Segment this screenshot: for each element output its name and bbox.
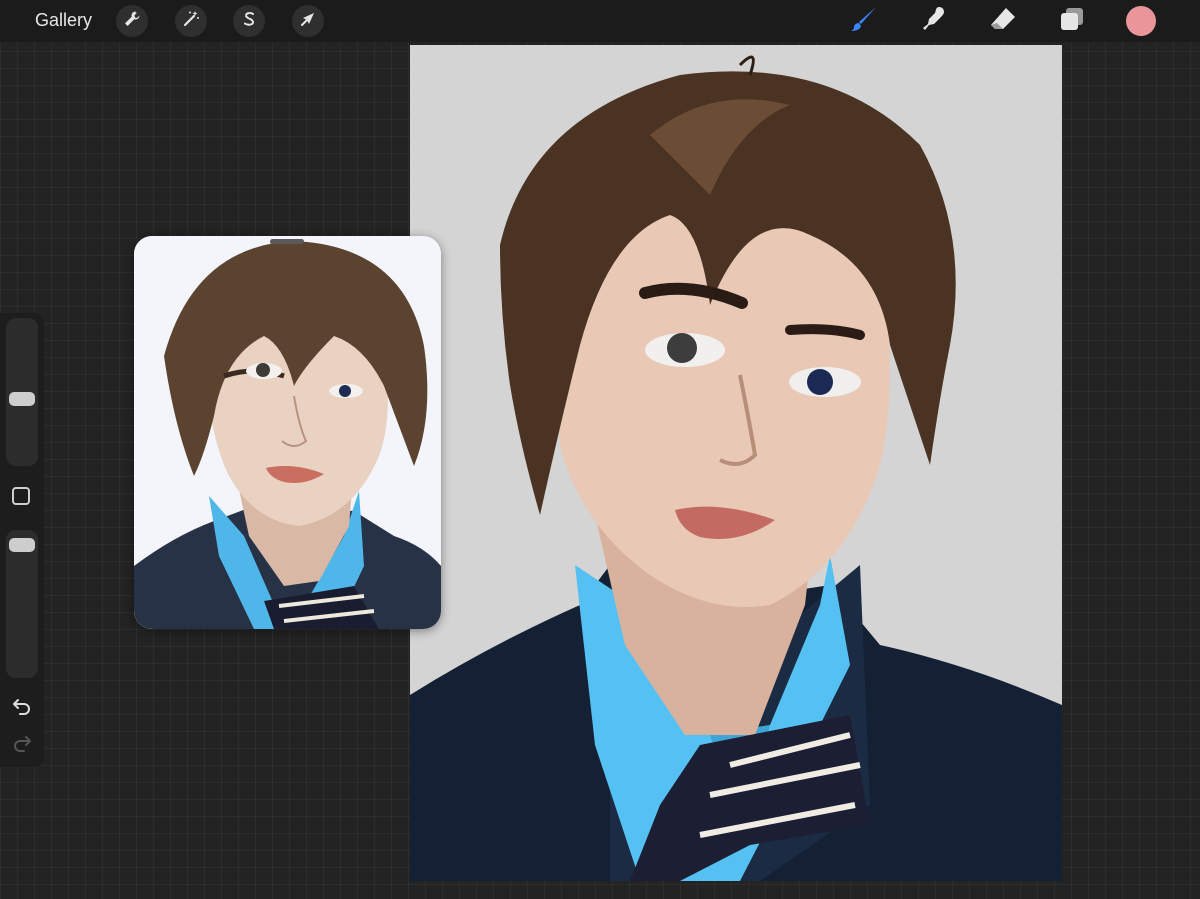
layers-icon <box>1058 5 1086 38</box>
adjustments-button[interactable] <box>175 5 207 37</box>
reference-window[interactable] <box>134 236 441 629</box>
gallery-button[interactable]: Gallery <box>35 10 92 31</box>
actions-button[interactable] <box>116 5 148 37</box>
selection-s-icon <box>240 10 258 33</box>
drawing-canvas[interactable] <box>410 45 1062 881</box>
transform-button[interactable] <box>292 5 324 37</box>
eraser-tool-button[interactable] <box>988 6 1018 36</box>
paint-tool-button[interactable] <box>849 6 879 36</box>
brush-size-slider-thumb[interactable] <box>9 391 35 406</box>
opacity-slider[interactable] <box>6 530 38 678</box>
layers-button[interactable] <box>1057 6 1087 36</box>
brush-icon <box>849 4 879 39</box>
selection-button[interactable] <box>233 5 265 37</box>
reference-photo <box>134 236 441 629</box>
opacity-slider-thumb[interactable] <box>9 538 35 553</box>
arrow-cursor-icon <box>299 10 317 33</box>
top-toolbar: Gallery <box>0 0 1200 42</box>
eraser-icon <box>988 4 1018 39</box>
color-picker-button[interactable] <box>1126 6 1156 36</box>
smudge-tool-button[interactable] <box>919 6 949 36</box>
redo-icon <box>11 734 33 757</box>
undo-icon <box>11 697 33 720</box>
modify-square-icon[interactable] <box>12 487 30 505</box>
wrench-icon <box>123 10 141 33</box>
portrait-painting <box>410 45 1062 881</box>
smudge-finger-icon <box>919 4 949 39</box>
magic-wand-icon <box>182 10 200 33</box>
undo-button[interactable] <box>10 698 34 718</box>
reference-window-grabber[interactable] <box>270 239 304 244</box>
redo-button[interactable] <box>10 735 34 755</box>
